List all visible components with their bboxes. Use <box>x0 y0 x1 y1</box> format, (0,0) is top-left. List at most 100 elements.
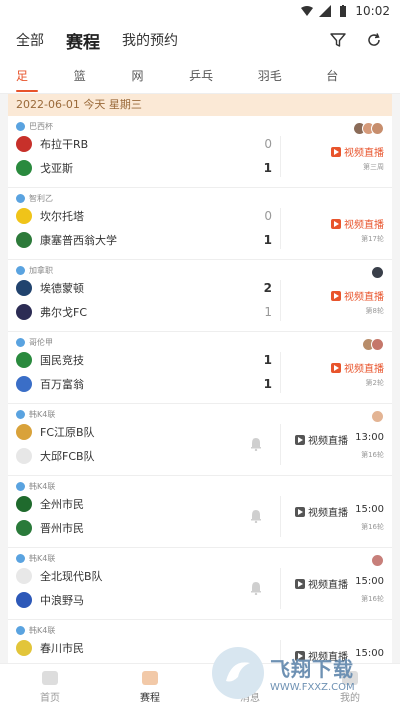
sport-tabs: 足球 篮球 网球 乒乓球 羽毛球 台球 <box>0 58 400 119</box>
play-icon <box>295 578 305 589</box>
tab-schedule[interactable]: 赛程 <box>66 28 100 53</box>
filter-icon[interactable] <box>328 30 348 50</box>
sport-tab-billiards[interactable]: 台球 <box>326 58 348 119</box>
match-row[interactable]: 韩K4联 全州市民 晋州市民 视频直播 15:00 第16轮 <box>8 476 392 548</box>
video-live-button[interactable]: 视频直播 <box>331 288 384 303</box>
sport-tab-table-tennis[interactable]: 乒乓球 <box>189 58 222 119</box>
match-round: 第三周 <box>363 163 384 171</box>
video-live-button[interactable]: 视频直播 <box>295 504 348 519</box>
watermark: 飞翔下载 WWW.FXXZ.COM <box>212 635 400 711</box>
streamer-avatars <box>371 266 384 279</box>
match-round: 第2轮 <box>365 379 384 387</box>
date-bar: 2022-06-01 今天 星期三 <box>8 94 392 116</box>
bell-icon[interactable] <box>250 436 262 452</box>
league-name: 韩K4联 <box>29 553 56 563</box>
avatar <box>371 554 384 567</box>
home-icon <box>42 671 58 685</box>
row-divider <box>280 568 281 609</box>
team-badge-icon <box>16 376 32 392</box>
match-row[interactable]: 韩K4联 FC江原B队 大邱FCB队 视频直播 13:00 第16轮 <box>8 404 392 476</box>
league-name: 巴西杯 <box>29 121 53 131</box>
team-score: 1 <box>263 353 272 367</box>
match-row[interactable]: 巴西杯 布拉干RB 0 戈亚斯 1 视频直播 第三周 <box>8 116 392 188</box>
match-row[interactable]: 智利乙 坎尔托塔 0 康塞普西翁大学 1 视频直播 第17轮 <box>8 188 392 260</box>
video-live-label: 视频直播 <box>308 580 348 591</box>
match-list[interactable]: 2022-06-01 今天 星期三 巴西杯 布拉干RB 0 戈亚斯 1 视频直播 第三周 智利… <box>8 94 392 663</box>
battery-icon <box>337 5 349 17</box>
match-round: 第8轮 <box>365 307 384 315</box>
league-icon <box>16 481 25 491</box>
team-badge-icon <box>16 232 32 248</box>
team-badge-icon <box>16 496 32 512</box>
avatar <box>371 338 384 351</box>
row-divider <box>280 496 281 537</box>
sport-tab-badminton[interactable]: 羽毛球 <box>258 58 291 119</box>
league-name: 加拿职 <box>29 265 53 275</box>
broadcast-info: 视频直播 13:00 第16轮 <box>284 408 384 472</box>
play-icon <box>295 506 305 517</box>
sport-tab-basketball[interactable]: 篮球 <box>74 58 96 119</box>
team-badge-icon <box>16 568 32 584</box>
bell-icon[interactable] <box>250 580 262 596</box>
team-badge-icon <box>16 424 32 440</box>
tabbar-home[interactable]: 首页 <box>0 664 100 711</box>
league-icon <box>16 121 25 131</box>
league-icon <box>16 409 25 419</box>
team-badge-icon <box>16 160 32 176</box>
video-live-button[interactable]: 视频直播 <box>331 216 384 231</box>
video-live-label: 视频直播 <box>344 148 384 159</box>
match-row[interactable]: 哥伦甲 国民竞技 1 百万富翁 1 视频直播 第2轮 <box>8 332 392 404</box>
tabbar-schedule[interactable]: 赛程 <box>100 664 200 711</box>
play-icon <box>331 146 341 157</box>
match-round: 第16轮 <box>361 451 384 459</box>
signal-icon <box>319 5 332 17</box>
play-icon <box>331 290 341 301</box>
video-live-button[interactable]: 视频直播 <box>295 432 348 447</box>
tab-my-reservations[interactable]: 我的预约 <box>122 30 178 50</box>
team-score: 0 <box>264 137 272 151</box>
video-live-button[interactable]: 视频直播 <box>331 360 384 375</box>
match-row[interactable]: 韩K4联 全北现代B队 中浪野马 视频直播 15:00 第16轮 <box>8 548 392 620</box>
team-badge-icon <box>16 520 32 536</box>
broadcast-info: 视频直播 15:00 第16轮 <box>284 552 384 616</box>
video-live-label: 视频直播 <box>344 220 384 231</box>
league-name: 智利乙 <box>29 193 53 203</box>
streamer-avatars <box>371 410 384 423</box>
sport-tab-football[interactable]: 足球 <box>16 58 38 119</box>
video-live-label: 视频直播 <box>344 292 384 303</box>
watermark-url: WWW.FXXZ.COM <box>270 682 355 693</box>
league-icon <box>16 265 25 275</box>
team-score: 1 <box>263 377 272 391</box>
league-name: 哥伦甲 <box>29 337 53 347</box>
streamer-avatars <box>371 554 384 567</box>
team-badge-icon <box>16 280 32 296</box>
sport-tab-tennis[interactable]: 网球 <box>131 58 153 119</box>
refresh-icon[interactable] <box>364 30 384 50</box>
bell-icon[interactable] <box>250 508 262 524</box>
broadcast-info: 视频直播 15:00 第16轮 <box>284 480 384 544</box>
match-row[interactable]: 加拿职 埃德蒙顿 2 弗尔戈FC 1 视频直播 第8轮 <box>8 260 392 332</box>
row-divider <box>280 352 281 393</box>
play-icon <box>331 218 341 229</box>
match-round: 第16轮 <box>361 523 384 531</box>
play-icon <box>331 362 341 373</box>
match-round: 第16轮 <box>361 595 384 603</box>
broadcast-info: 视频直播第2轮 <box>284 336 384 400</box>
video-live-button[interactable]: 视频直播 <box>295 576 348 591</box>
trophy-icon <box>142 671 158 685</box>
status-time: 10:02 <box>355 4 390 18</box>
row-divider <box>280 424 281 465</box>
league-name: 韩K4联 <box>29 409 56 419</box>
broadcast-info: 视频直播第三周 <box>284 120 384 184</box>
tab-all[interactable]: 全部 <box>16 30 44 50</box>
league-name: 韩K4联 <box>29 481 56 491</box>
video-live-button[interactable]: 视频直播 <box>331 144 384 159</box>
avatar <box>371 122 384 135</box>
team-badge-icon <box>16 448 32 464</box>
team-badge-icon <box>16 592 32 608</box>
match-time: 15:00 <box>355 504 384 515</box>
match-round: 第17轮 <box>361 235 384 243</box>
broadcast-info: 视频直播第17轮 <box>284 192 384 256</box>
team-badge-icon <box>16 640 32 656</box>
watermark-logo-icon <box>212 647 264 699</box>
